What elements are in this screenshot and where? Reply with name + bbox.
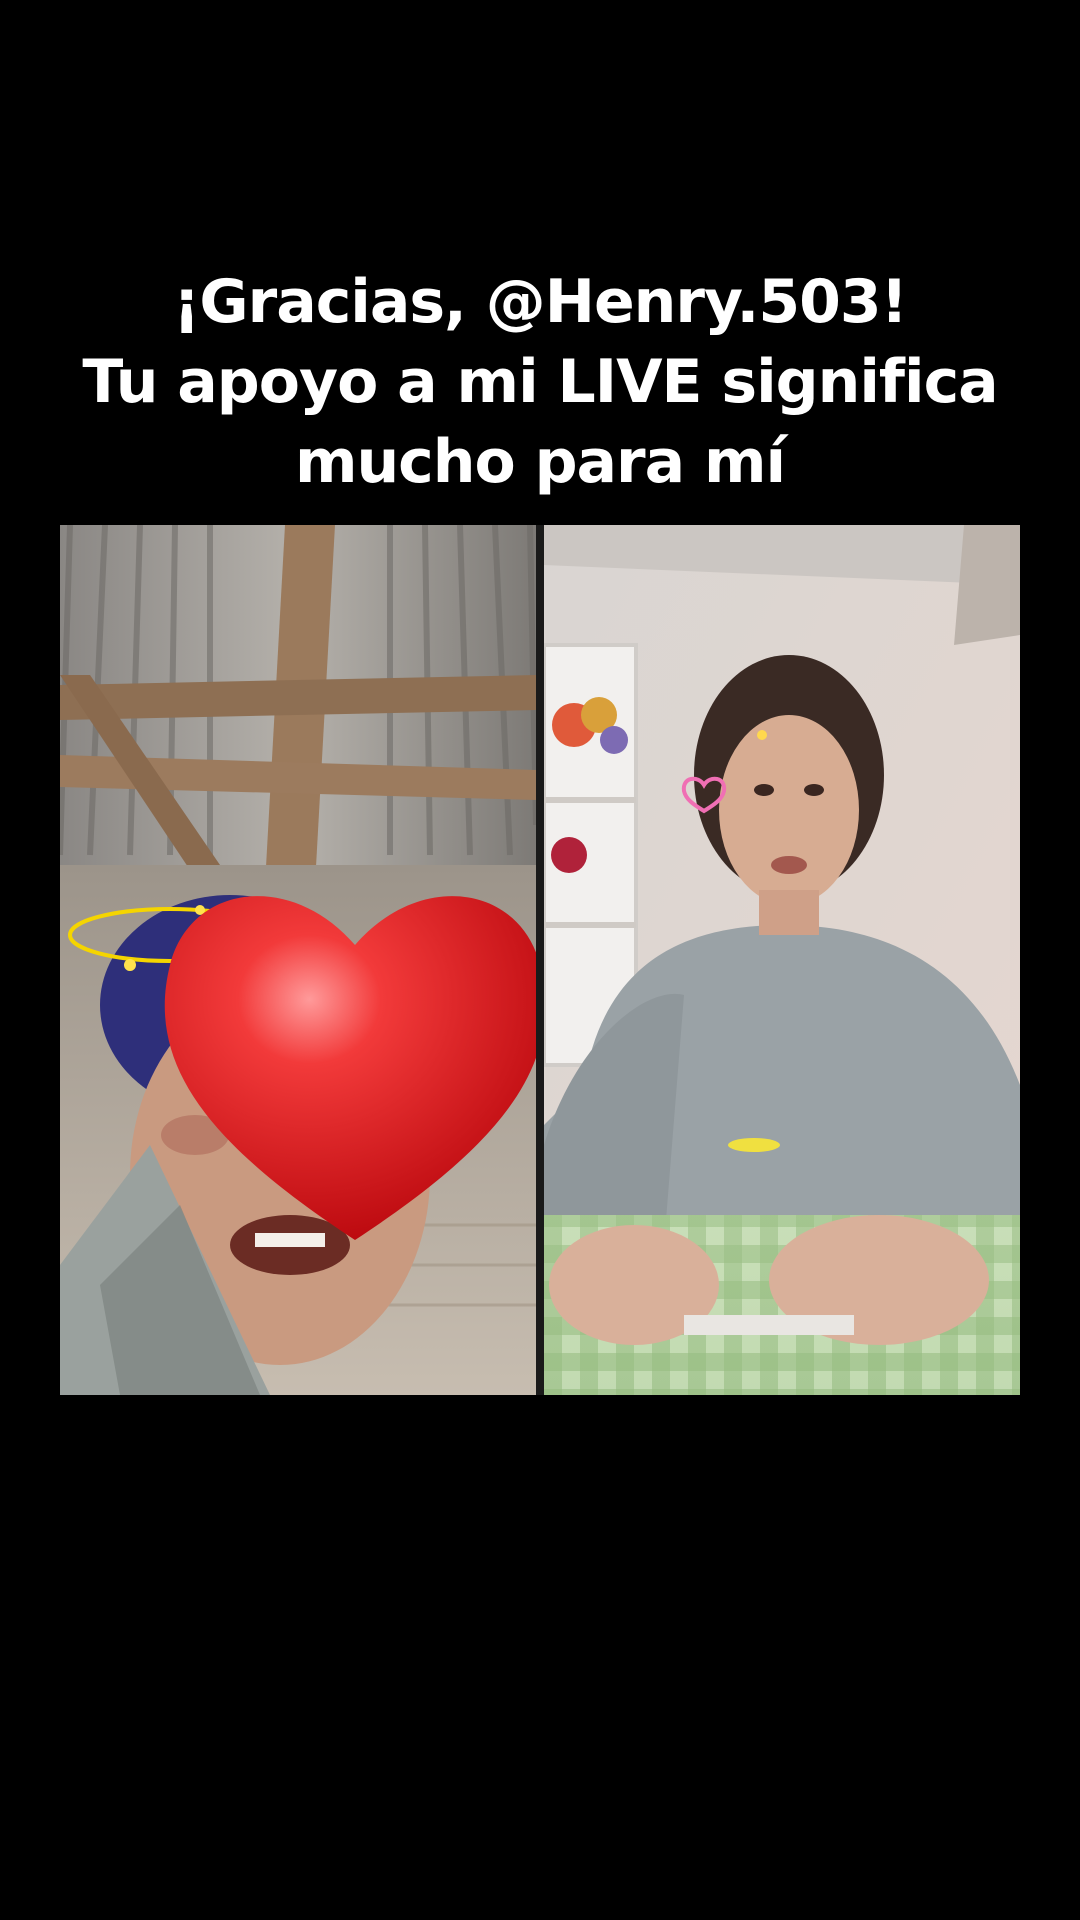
guest-video-feed[interactable]: [60, 525, 536, 1395]
feed-divider: [536, 525, 544, 1395]
guest-video-frame: [60, 525, 536, 1395]
host-video-frame: [544, 525, 1020, 1395]
caption-line-3: mucho para mí: [294, 427, 786, 497]
screen: ¡Gracias, @Henry.503! Tu apoyo a mi LIVE…: [0, 0, 1080, 1920]
live-split-screen: [60, 525, 1020, 1395]
thank-you-caption: ¡Gracias, @Henry.503! Tu apoyo a mi LIVE…: [40, 262, 1040, 502]
host-video-feed[interactable]: [544, 525, 1020, 1395]
caption-line-1: ¡Gracias, @Henry.503!: [173, 267, 908, 337]
caption-line-2: Tu apoyo a mi LIVE significa: [82, 347, 998, 417]
